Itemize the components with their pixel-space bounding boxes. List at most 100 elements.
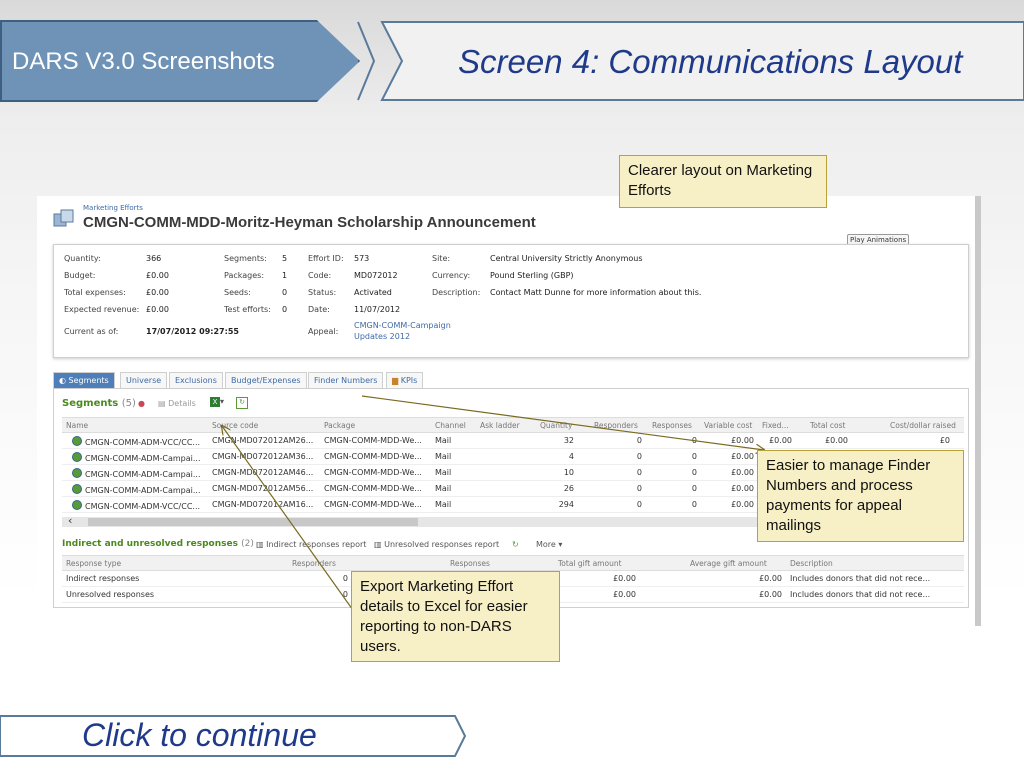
segment-name: CMGN-COMM-ADM-VCC/CC... [85, 438, 201, 447]
tab-kpis[interactable]: ▆ KPIs [386, 372, 424, 389]
segment-quantity: 10 [563, 468, 574, 477]
scrollbar-thumb[interactable] [88, 518, 418, 526]
excel-icon: X [210, 397, 220, 407]
segment-name: CMGN-COMM-ADM-Campai... [85, 454, 201, 463]
breadcrumb[interactable]: Marketing Efforts [83, 204, 143, 212]
description-value: Contact Matt Dunne for more information … [490, 288, 702, 297]
scroll-left-icon[interactable]: ‹ [68, 514, 72, 527]
code-label: Code: [308, 271, 332, 280]
col-responses[interactable]: Responses [652, 421, 692, 430]
col-responders[interactable]: Responders [292, 559, 336, 568]
test-efforts-label: Test efforts: [224, 305, 271, 314]
col-ask-ladder[interactable]: Ask ladder [480, 421, 520, 430]
marketing-effort-icon [53, 209, 74, 227]
segment-channel: Mail [435, 500, 452, 509]
more-menu[interactable]: More ▾ [536, 540, 562, 549]
indirect-responses-report-button[interactable]: ▥ Indirect responses report [256, 540, 366, 549]
refresh-button[interactable]: ↻ [236, 397, 248, 409]
response-total-gift: £0.00 [613, 590, 636, 599]
tool-label: Unresolved responses report [384, 540, 500, 549]
segments-title-text: Segments [62, 398, 119, 409]
response-type: Indirect responses [66, 574, 140, 583]
callout-layout: Clearer layout on Marketing Efforts [619, 155, 827, 208]
seeds-label: Seeds: [224, 288, 251, 297]
segment-name: CMGN-COMM-ADM-VCC/CC... [85, 502, 201, 511]
segment-channel: Mail [435, 468, 452, 477]
response-total-gift: £0.00 [613, 574, 636, 583]
segments-title: Segments (5) [62, 398, 136, 409]
indirect-grid-header: Response type Responders Responses Total… [62, 555, 964, 571]
date-label: Date: [308, 305, 330, 314]
col-responses[interactable]: Responses [450, 559, 490, 568]
tab-label: KPIs [400, 376, 418, 385]
col-package[interactable]: Package [324, 421, 355, 430]
appeal-link-line2[interactable]: Updates 2012 [354, 332, 410, 341]
current-as-of-label: Current as of: [64, 327, 119, 336]
effort-id-value: 573 [354, 254, 370, 263]
segment-variable-cost: £0.00 [731, 484, 754, 493]
segment-variable-cost: £0.00 [731, 452, 754, 461]
segment-responses: 0 [691, 452, 697, 461]
segment-channel: Mail [435, 484, 452, 493]
indirect-count: (2) [241, 539, 254, 549]
export-excel-button[interactable]: X ▾ [210, 397, 224, 407]
segment-total-cost: £0.00 [825, 436, 848, 445]
segment-package: CMGN-COMM-MDD-We... [324, 484, 422, 493]
response-description: Includes donors that did not rece... [790, 574, 931, 583]
segments-grid-header: Name Source code Package Channel Ask lad… [62, 417, 964, 433]
site-value: Central University Strictly Anonymous [490, 254, 643, 263]
tab-budget-expenses[interactable]: Budget/Expenses [225, 372, 307, 389]
help-icon[interactable]: ● [138, 399, 145, 408]
col-total-gift[interactable]: Total gift amount [558, 559, 622, 568]
appeal-link-line1[interactable]: CMGN-COMM-Campaign [354, 321, 451, 330]
kpi-icon: ▆ [392, 376, 401, 385]
segment-name: CMGN-COMM-ADM-Campai... [85, 470, 201, 479]
current-as-of-value: 17/07/2012 09:27:55 [146, 327, 239, 336]
refresh-button[interactable]: ↻ [512, 540, 519, 549]
col-response-type[interactable]: Response type [66, 559, 121, 568]
segment-responders: 0 [636, 484, 642, 493]
header-left-title: DARS V3.0 Screenshots [12, 48, 275, 75]
page-title: CMGN-COMM-MDD-Moritz-Heyman Scholarship … [83, 214, 536, 231]
tab-segments[interactable]: ◐ Segments [53, 372, 115, 389]
col-variable-cost[interactable]: Variable cost [704, 421, 752, 430]
status-value: Activated [354, 288, 392, 297]
col-channel[interactable]: Channel [435, 421, 466, 430]
segment-variable-cost: £0.00 [731, 500, 754, 509]
horizontal-scrollbar[interactable]: ‹ [62, 514, 762, 527]
unresolved-responses-report-button[interactable]: ▥ Unresolved responses report [374, 540, 499, 549]
col-cost-per-dollar[interactable]: Cost/dollar raised [890, 421, 956, 430]
seeds-value: 0 [282, 288, 288, 297]
col-source-code[interactable]: Source code [212, 421, 258, 430]
site-label: Site: [432, 254, 451, 263]
tab-universe[interactable]: Universe [120, 372, 168, 389]
col-name[interactable]: Name [66, 421, 88, 430]
segment-fixed-cost: £0.00 [769, 436, 792, 445]
refresh-icon: ↻ [236, 397, 248, 409]
tab-finder-numbers[interactable]: Finder Numbers [308, 372, 384, 389]
tab-exclusions[interactable]: Exclusions [169, 372, 223, 389]
code-value: MD072012 [354, 271, 398, 280]
col-responders[interactable]: Responders [594, 421, 638, 430]
total-expenses-value: £0.00 [146, 288, 169, 297]
total-expenses-label: Total expenses: [64, 288, 126, 297]
quantity-label: Quantity: [64, 254, 101, 263]
details-button[interactable]: ▤ Details [158, 399, 196, 408]
segment-responses: 0 [691, 484, 697, 493]
segment-channel: Mail [435, 452, 452, 461]
report-icon: ▥ [256, 540, 267, 549]
response-average-gift: £0.00 [759, 590, 782, 599]
col-fixed[interactable]: Fixed... [762, 421, 789, 430]
segments-value: 5 [282, 254, 288, 263]
indirect-title: Indirect and unresolved responses (2) [62, 539, 254, 549]
col-average-gift[interactable]: Average gift amount [690, 559, 767, 568]
segment-source: CMGN-MD072012AM46... [212, 468, 314, 477]
segment-responders: 0 [636, 500, 642, 509]
continue-link[interactable]: Click to continue [82, 717, 317, 754]
response-description: Includes donors that did not rece... [790, 590, 931, 599]
col-description[interactable]: Description [790, 559, 833, 568]
col-quantity[interactable]: Quantity [540, 421, 572, 430]
segment-responders: 0 [636, 452, 642, 461]
col-total-cost[interactable]: Total cost [810, 421, 845, 430]
table-row[interactable]: CMGN-COMM-ADM-VCC/CC... CMGN-MD072012AM2… [62, 432, 964, 449]
